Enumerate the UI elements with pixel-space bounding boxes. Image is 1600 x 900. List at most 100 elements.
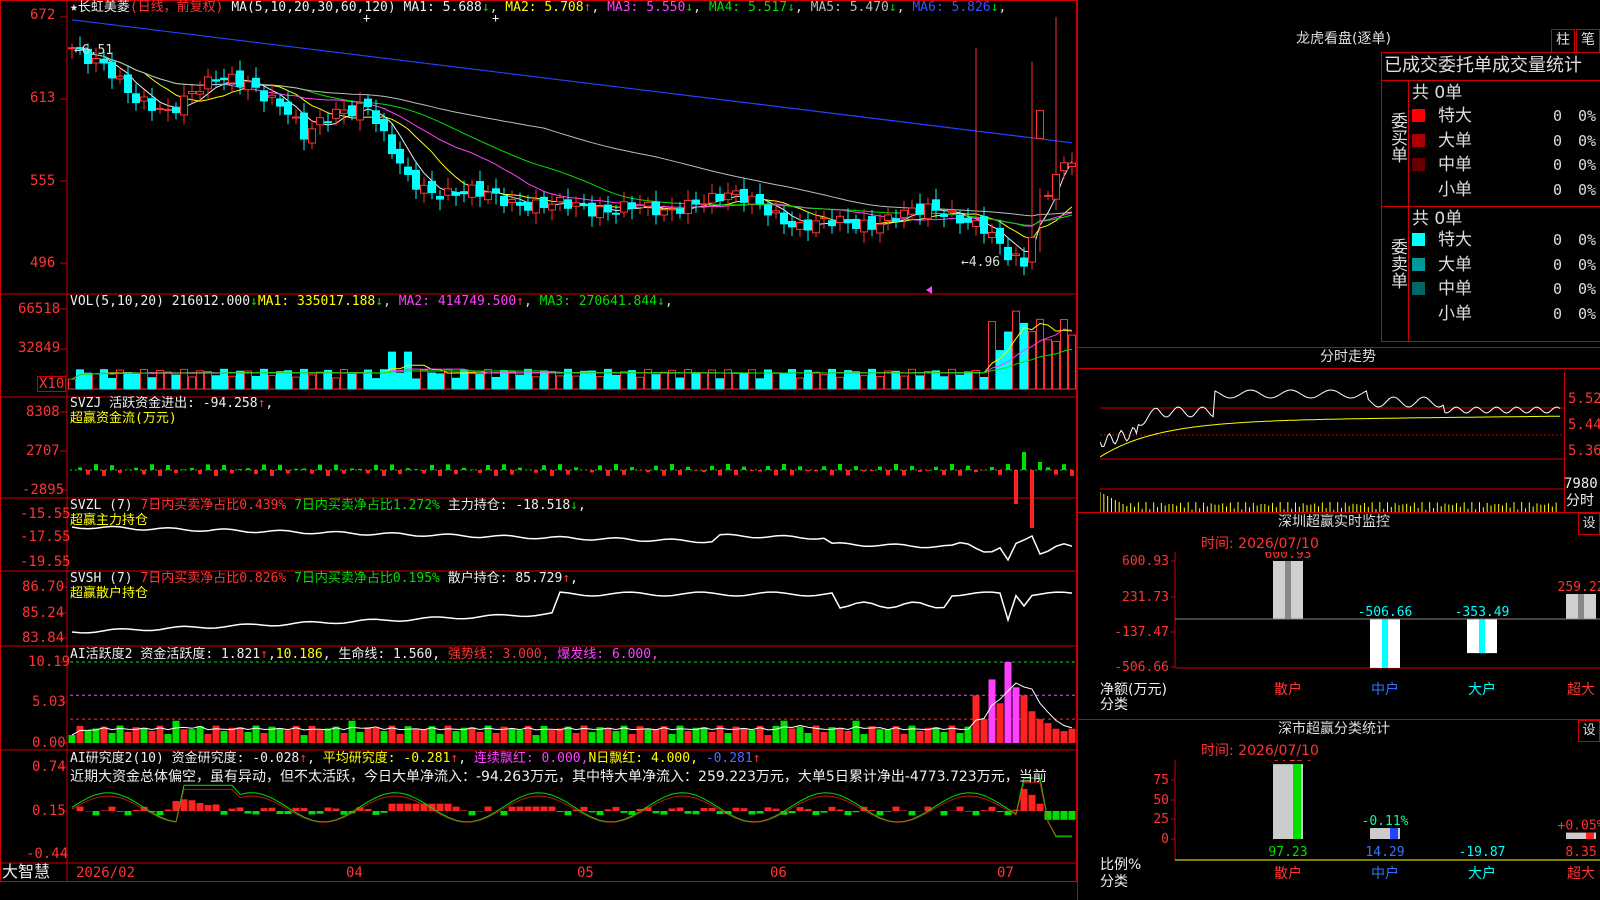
volume-bar	[860, 374, 868, 390]
bar-view-button[interactable]: 柱	[1551, 29, 1575, 53]
svzj-bar	[934, 466, 938, 470]
activity-bar	[724, 733, 732, 743]
svzj-bar	[190, 467, 194, 470]
research-bar	[396, 803, 404, 811]
volume-bar	[1068, 334, 1076, 390]
classify-title: 深市超赢分类统计	[1278, 721, 1390, 737]
research-bar	[604, 809, 612, 811]
research-bar	[620, 811, 628, 813]
activity-bar	[276, 728, 284, 743]
svzj-bar	[918, 470, 922, 472]
research-bar	[204, 805, 212, 811]
sell-row: 中单 0 0%	[1410, 277, 1600, 301]
candle-body	[764, 204, 772, 216]
research-bar	[436, 803, 444, 811]
ai2-v4: 4.000	[650, 751, 691, 766]
research-bar	[228, 808, 236, 811]
ai2-description: 近期大资金总体偏空，虽有异动，但不太活跃，今日大单净流入：-94.263万元，其…	[70, 769, 1047, 785]
svzj-bar	[134, 467, 138, 470]
svzj-bar	[326, 470, 330, 476]
monitor-settings-button[interactable]: 设	[1578, 513, 1600, 535]
chart-area[interactable]: + + ★长虹美菱(日线，前复权) MA(5,10,20,30,60,120) M…	[0, 0, 1077, 882]
ai1-f3: 生命线:	[338, 647, 386, 662]
research-bar	[700, 808, 708, 811]
charts-svg[interactable]: + +	[0, 0, 1077, 882]
vol-title: VOL(5,10,20)	[70, 294, 164, 309]
monitor-bar-label: 259.22	[1558, 580, 1600, 595]
candle-body	[228, 73, 236, 84]
svzj-title: SVZJ	[70, 396, 102, 411]
low-price-label: ←4.96	[961, 255, 1001, 270]
svzl-value: -18.518	[515, 498, 571, 513]
monitor-bar-highlight	[1479, 619, 1485, 654]
intraday-chart[interactable]	[1100, 372, 1580, 512]
svzj-bar	[622, 470, 626, 475]
svzj-bar	[726, 464, 730, 470]
monitor-bar-label: -353.49	[1455, 605, 1510, 620]
candle-body	[140, 96, 148, 102]
research-bar	[188, 800, 196, 811]
volume-bar	[1044, 339, 1052, 390]
classify-settings-button[interactable]: 设	[1578, 720, 1600, 742]
volume-bar	[852, 371, 860, 390]
svzj-bar	[598, 465, 602, 470]
volume-bar	[188, 376, 196, 390]
vol-y-tick: 32849	[18, 340, 61, 356]
svzj-bar	[214, 470, 218, 476]
volume-bar	[372, 378, 380, 390]
activity-bar	[628, 734, 636, 743]
research-bar	[596, 811, 604, 816]
svzj-bar	[302, 468, 306, 470]
volume-bar	[580, 370, 588, 390]
svzj-bar	[278, 464, 282, 470]
candle-body	[492, 188, 500, 194]
candle-body	[828, 220, 836, 227]
svzl-y-tick: -15.55	[20, 506, 71, 522]
activity-bar	[1068, 728, 1076, 743]
activity-bar	[740, 728, 748, 743]
ma-value-3: MA3: 5.550↓	[607, 0, 694, 15]
ma-values: MA1: 5.688↓, MA2: 5.708↑, MA3: 5.550↓, M…	[403, 0, 1007, 15]
candle-body	[916, 203, 924, 215]
intraday-avg-line	[1100, 415, 1560, 458]
svzj-bar	[806, 470, 810, 472]
research-bar	[292, 807, 300, 811]
candle-body	[284, 101, 292, 115]
svzj-bar	[414, 469, 418, 470]
research-bar	[100, 810, 108, 811]
volume-bar	[276, 371, 284, 390]
chart-mode: (日线，前复权)	[129, 0, 224, 15]
volume-bar	[524, 368, 532, 390]
ai2-title: AI研究度2(10)	[70, 751, 164, 766]
candle-body	[588, 202, 596, 217]
ai1-v5: 6.000	[611, 647, 652, 662]
volume-bar	[868, 368, 876, 390]
chart-frame	[0, 0, 1077, 882]
volume-bar	[452, 377, 460, 390]
intraday-y-tick: 5.52	[1568, 391, 1600, 407]
volume-bar	[900, 375, 908, 390]
volume-bar	[348, 373, 356, 390]
research-bar	[252, 811, 260, 815]
tick-view-button[interactable]: 笔	[1576, 29, 1600, 53]
research-bar	[652, 811, 660, 814]
svzj-bar	[758, 470, 762, 472]
candle-body	[652, 201, 660, 216]
volume-bar	[92, 373, 100, 390]
candle-body	[956, 214, 964, 224]
candle-body	[116, 75, 124, 80]
star-icon[interactable]: ★	[70, 0, 78, 15]
ai2-v1: -0.028	[252, 751, 300, 766]
sell-swatch	[1412, 257, 1425, 271]
volume-bar	[556, 375, 564, 390]
candle-body	[508, 198, 516, 203]
svzj-bar	[590, 470, 594, 473]
sell-row-value: 0	[1552, 280, 1562, 298]
candle-body	[388, 134, 396, 155]
candle-body	[756, 194, 764, 204]
research-bar	[972, 811, 980, 816]
volume-bar	[940, 376, 948, 390]
svzj-bar	[1030, 470, 1034, 528]
research-bar	[564, 811, 572, 816]
candle-body	[412, 169, 420, 190]
